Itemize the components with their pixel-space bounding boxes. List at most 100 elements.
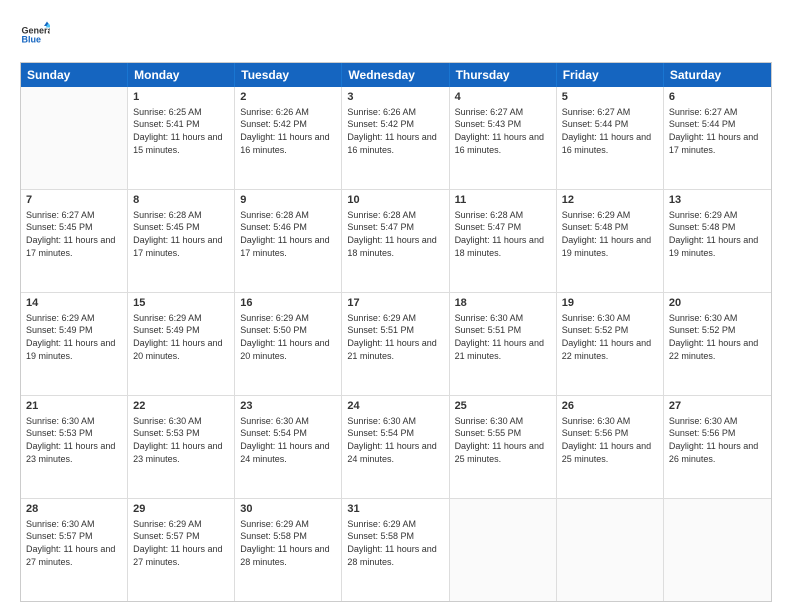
cell-info: Sunrise: 6:30 AM Sunset: 5:51 PM Dayligh… [455,312,551,362]
day-number: 8 [133,193,229,208]
calendar-cell: 12Sunrise: 6:29 AM Sunset: 5:48 PM Dayli… [557,190,664,292]
day-number: 10 [347,193,443,208]
calendar-cell: 14Sunrise: 6:29 AM Sunset: 5:49 PM Dayli… [21,293,128,395]
calendar-row-0: 1Sunrise: 6:25 AM Sunset: 5:41 PM Daylig… [21,87,771,189]
day-number: 2 [240,90,336,105]
calendar-cell: 27Sunrise: 6:30 AM Sunset: 5:56 PM Dayli… [664,396,771,498]
cell-info: Sunrise: 6:27 AM Sunset: 5:43 PM Dayligh… [455,106,551,156]
header-day-saturday: Saturday [664,63,771,87]
logo-icon: General Blue [20,20,50,50]
calendar-cell: 16Sunrise: 6:29 AM Sunset: 5:50 PM Dayli… [235,293,342,395]
calendar-cell: 10Sunrise: 6:28 AM Sunset: 5:47 PM Dayli… [342,190,449,292]
calendar-row-2: 14Sunrise: 6:29 AM Sunset: 5:49 PM Dayli… [21,292,771,395]
day-number: 18 [455,296,551,311]
calendar-cell: 15Sunrise: 6:29 AM Sunset: 5:49 PM Dayli… [128,293,235,395]
cell-info: Sunrise: 6:26 AM Sunset: 5:42 PM Dayligh… [347,106,443,156]
calendar-cell: 18Sunrise: 6:30 AM Sunset: 5:51 PM Dayli… [450,293,557,395]
day-number: 13 [669,193,766,208]
cell-info: Sunrise: 6:30 AM Sunset: 5:55 PM Dayligh… [455,415,551,465]
day-number: 24 [347,399,443,414]
day-number: 14 [26,296,122,311]
cell-info: Sunrise: 6:26 AM Sunset: 5:42 PM Dayligh… [240,106,336,156]
calendar-cell [450,499,557,601]
cell-info: Sunrise: 6:28 AM Sunset: 5:45 PM Dayligh… [133,209,229,259]
calendar-cell: 29Sunrise: 6:29 AM Sunset: 5:57 PM Dayli… [128,499,235,601]
calendar-cell: 17Sunrise: 6:29 AM Sunset: 5:51 PM Dayli… [342,293,449,395]
day-number: 6 [669,90,766,105]
header-day-monday: Monday [128,63,235,87]
calendar-cell: 9Sunrise: 6:28 AM Sunset: 5:46 PM Daylig… [235,190,342,292]
header-day-friday: Friday [557,63,664,87]
day-number: 28 [26,502,122,517]
calendar-body: 1Sunrise: 6:25 AM Sunset: 5:41 PM Daylig… [21,87,771,601]
header-day-wednesday: Wednesday [342,63,449,87]
cell-info: Sunrise: 6:30 AM Sunset: 5:52 PM Dayligh… [669,312,766,362]
cell-info: Sunrise: 6:25 AM Sunset: 5:41 PM Dayligh… [133,106,229,156]
calendar-cell: 4Sunrise: 6:27 AM Sunset: 5:43 PM Daylig… [450,87,557,189]
calendar-cell: 28Sunrise: 6:30 AM Sunset: 5:57 PM Dayli… [21,499,128,601]
cell-info: Sunrise: 6:30 AM Sunset: 5:53 PM Dayligh… [133,415,229,465]
cell-info: Sunrise: 6:29 AM Sunset: 5:48 PM Dayligh… [562,209,658,259]
cell-info: Sunrise: 6:29 AM Sunset: 5:57 PM Dayligh… [133,518,229,568]
calendar-row-3: 21Sunrise: 6:30 AM Sunset: 5:53 PM Dayli… [21,395,771,498]
day-number: 21 [26,399,122,414]
calendar-cell [664,499,771,601]
cell-info: Sunrise: 6:27 AM Sunset: 5:44 PM Dayligh… [562,106,658,156]
calendar-cell: 31Sunrise: 6:29 AM Sunset: 5:58 PM Dayli… [342,499,449,601]
svg-text:Blue: Blue [22,35,42,45]
cell-info: Sunrise: 6:29 AM Sunset: 5:48 PM Dayligh… [669,209,766,259]
calendar-page: General Blue SundayMondayTuesdayWednesda… [0,0,792,612]
day-number: 7 [26,193,122,208]
calendar: SundayMondayTuesdayWednesdayThursdayFrid… [20,62,772,602]
calendar-row-1: 7Sunrise: 6:27 AM Sunset: 5:45 PM Daylig… [21,189,771,292]
day-number: 19 [562,296,658,311]
day-number: 26 [562,399,658,414]
calendar-cell [557,499,664,601]
day-number: 25 [455,399,551,414]
cell-info: Sunrise: 6:28 AM Sunset: 5:47 PM Dayligh… [455,209,551,259]
day-number: 12 [562,193,658,208]
calendar-cell: 7Sunrise: 6:27 AM Sunset: 5:45 PM Daylig… [21,190,128,292]
calendar-cell: 6Sunrise: 6:27 AM Sunset: 5:44 PM Daylig… [664,87,771,189]
day-number: 4 [455,90,551,105]
cell-info: Sunrise: 6:30 AM Sunset: 5:54 PM Dayligh… [347,415,443,465]
day-number: 27 [669,399,766,414]
calendar-cell: 19Sunrise: 6:30 AM Sunset: 5:52 PM Dayli… [557,293,664,395]
day-number: 9 [240,193,336,208]
cell-info: Sunrise: 6:30 AM Sunset: 5:56 PM Dayligh… [562,415,658,465]
calendar-cell: 5Sunrise: 6:27 AM Sunset: 5:44 PM Daylig… [557,87,664,189]
day-number: 29 [133,502,229,517]
calendar-row-4: 28Sunrise: 6:30 AM Sunset: 5:57 PM Dayli… [21,498,771,601]
cell-info: Sunrise: 6:28 AM Sunset: 5:47 PM Dayligh… [347,209,443,259]
day-number: 17 [347,296,443,311]
day-number: 30 [240,502,336,517]
cell-info: Sunrise: 6:29 AM Sunset: 5:51 PM Dayligh… [347,312,443,362]
day-number: 15 [133,296,229,311]
header-day-sunday: Sunday [21,63,128,87]
logo: General Blue [20,20,50,50]
cell-info: Sunrise: 6:30 AM Sunset: 5:56 PM Dayligh… [669,415,766,465]
cell-info: Sunrise: 6:29 AM Sunset: 5:58 PM Dayligh… [240,518,336,568]
calendar-cell: 8Sunrise: 6:28 AM Sunset: 5:45 PM Daylig… [128,190,235,292]
calendar-cell: 22Sunrise: 6:30 AM Sunset: 5:53 PM Dayli… [128,396,235,498]
day-number: 20 [669,296,766,311]
calendar-cell: 23Sunrise: 6:30 AM Sunset: 5:54 PM Dayli… [235,396,342,498]
calendar-cell: 26Sunrise: 6:30 AM Sunset: 5:56 PM Dayli… [557,396,664,498]
day-number: 3 [347,90,443,105]
header-day-tuesday: Tuesday [235,63,342,87]
cell-info: Sunrise: 6:29 AM Sunset: 5:50 PM Dayligh… [240,312,336,362]
header-day-thursday: Thursday [450,63,557,87]
calendar-cell: 13Sunrise: 6:29 AM Sunset: 5:48 PM Dayli… [664,190,771,292]
calendar-cell: 25Sunrise: 6:30 AM Sunset: 5:55 PM Dayli… [450,396,557,498]
day-number: 1 [133,90,229,105]
calendar-cell: 20Sunrise: 6:30 AM Sunset: 5:52 PM Dayli… [664,293,771,395]
day-number: 31 [347,502,443,517]
calendar-cell: 21Sunrise: 6:30 AM Sunset: 5:53 PM Dayli… [21,396,128,498]
calendar-cell: 1Sunrise: 6:25 AM Sunset: 5:41 PM Daylig… [128,87,235,189]
cell-info: Sunrise: 6:30 AM Sunset: 5:53 PM Dayligh… [26,415,122,465]
day-number: 22 [133,399,229,414]
calendar-cell: 3Sunrise: 6:26 AM Sunset: 5:42 PM Daylig… [342,87,449,189]
cell-info: Sunrise: 6:30 AM Sunset: 5:57 PM Dayligh… [26,518,122,568]
cell-info: Sunrise: 6:27 AM Sunset: 5:45 PM Dayligh… [26,209,122,259]
calendar-header: SundayMondayTuesdayWednesdayThursdayFrid… [21,63,771,87]
